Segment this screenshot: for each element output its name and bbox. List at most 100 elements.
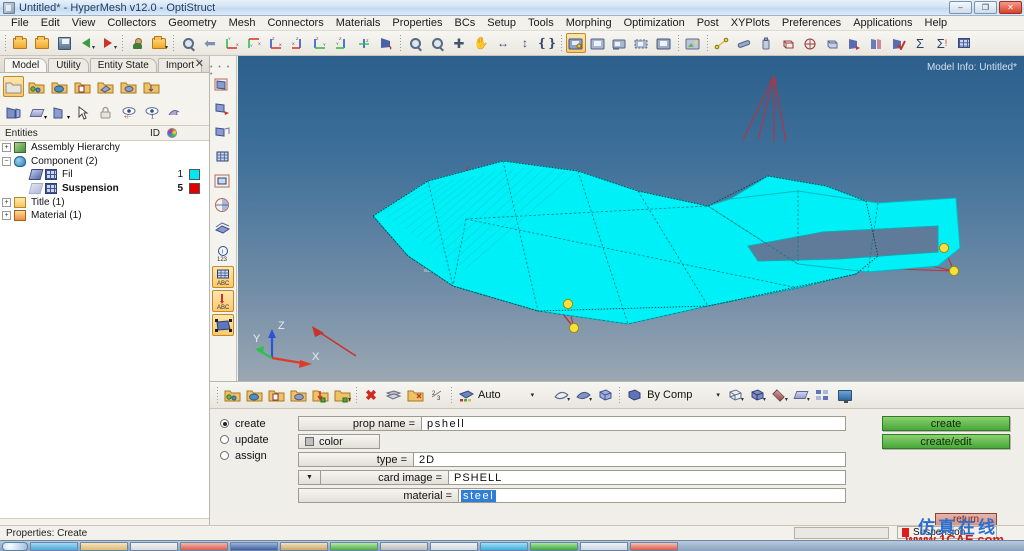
menu-setup[interactable]: Setup — [481, 17, 522, 29]
shrink-elements-icon[interactable] — [212, 170, 234, 192]
material-value-selected[interactable]: steel — [461, 489, 497, 502]
mass-calc-icon[interactable] — [756, 33, 776, 53]
type-value[interactable]: 2D — [413, 452, 846, 467]
tree-row-component-group[interactable]: − Component (2) — [0, 155, 209, 169]
taskbar-item[interactable] — [30, 541, 78, 551]
capture-image-icon[interactable] — [588, 33, 608, 53]
transparent-icon[interactable]: ▾ — [791, 385, 811, 405]
measure-length-icon[interactable] — [734, 33, 754, 53]
export-solver-deck-icon[interactable]: ▾ — [98, 33, 118, 53]
display-dropdown-caret-icon[interactable]: ▾ — [716, 391, 720, 399]
display-elements-icon[interactable]: ▾ — [26, 102, 47, 123]
capture-video-icon[interactable] — [610, 33, 630, 53]
color-swatch-icon[interactable] — [305, 437, 314, 446]
load-user-page-icon[interactable]: ▾ — [149, 33, 169, 53]
zy-view-icon[interactable]: ZY — [310, 33, 330, 53]
menu-properties[interactable]: Properties — [386, 17, 448, 29]
save-view-icon[interactable] — [566, 33, 586, 53]
radio-dot[interactable] — [220, 451, 229, 460]
distance-icon[interactable] — [712, 33, 732, 53]
auto-mode-label[interactable]: Auto — [478, 389, 501, 401]
auto-dropdown-caret-icon[interactable]: ▾ — [531, 391, 535, 399]
materials-icon[interactable] — [310, 385, 330, 405]
delete-icon[interactable]: ✖ — [361, 385, 381, 405]
card-image-label[interactable]: card image = — [320, 470, 448, 485]
renumber-icon[interactable] — [405, 385, 425, 405]
menu-post[interactable]: Post — [691, 17, 725, 29]
previous-view-icon[interactable]: ⬅ — [200, 33, 220, 53]
zoom-window-icon[interactable]: ✚ — [449, 33, 469, 53]
taskbar-item[interactable] — [230, 541, 278, 551]
tab-model[interactable]: Model — [4, 58, 48, 72]
menu-view[interactable]: View — [66, 17, 102, 29]
menu-materials[interactable]: Materials — [330, 17, 387, 29]
shaded-icon[interactable]: ▾ — [769, 385, 789, 405]
user-profiles-icon[interactable] — [127, 33, 147, 53]
taskbar-item[interactable] — [630, 541, 678, 551]
entity-tree[interactable]: + Assembly Hierarchy − Component (2) Fil… — [0, 141, 209, 519]
highlight-region-icon[interactable] — [212, 314, 234, 336]
menu-applications[interactable]: Applications — [847, 17, 918, 29]
color-wheel-icon[interactable] — [160, 128, 184, 138]
taskbar-item[interactable] — [130, 541, 178, 551]
fit-view-icon[interactable] — [178, 33, 198, 53]
load-collector-icon[interactable] — [141, 76, 162, 97]
sum-icon[interactable]: Σ — [910, 33, 930, 53]
menu-morphing[interactable]: Morphing — [560, 17, 618, 29]
card-image-value[interactable]: PSHELL — [448, 470, 846, 485]
zoom-out-icon[interactable] — [405, 33, 425, 53]
element-normals-icon[interactable] — [844, 33, 864, 53]
create-edit-button[interactable]: create/edit — [882, 434, 1010, 449]
element-check-icon[interactable] — [888, 33, 908, 53]
menu-help[interactable]: Help — [919, 17, 954, 29]
solid-icon[interactable] — [595, 385, 615, 405]
matrix-browser-icon[interactable] — [954, 33, 974, 53]
minimize-button[interactable]: – — [949, 1, 972, 14]
expander-icon[interactable]: − — [2, 156, 11, 166]
mesh-half-icon[interactable] — [212, 194, 234, 216]
composite-layers-icon[interactable] — [212, 218, 234, 240]
radio-create[interactable]: create — [220, 416, 269, 431]
taskbar-item[interactable] — [380, 541, 428, 551]
import-model-icon[interactable] — [32, 33, 52, 53]
import-solver-deck-icon[interactable]: ▾ — [76, 33, 96, 53]
assembly-icon[interactable] — [26, 76, 47, 97]
tree-row-title-group[interactable]: + Title (1) — [0, 195, 209, 209]
material-icon[interactable] — [95, 76, 116, 97]
rotate-horizontal-icon[interactable]: ↔ — [493, 33, 513, 53]
reverse-icon[interactable] — [164, 102, 185, 123]
tab-utility[interactable]: Utility — [48, 58, 89, 72]
menu-mesh[interactable]: Mesh — [223, 17, 262, 29]
numbers-id-icon[interactable]: i 123 — [212, 242, 234, 264]
edges-icon[interactable]: ▾ — [551, 385, 571, 405]
taskbar-item[interactable] — [530, 541, 578, 551]
component-icon[interactable] — [49, 76, 70, 97]
faces-icon[interactable]: ▾ — [573, 385, 593, 405]
unmask-adjacent-icon[interactable] — [212, 98, 234, 120]
zoom-in-icon[interactable] — [427, 33, 447, 53]
expander-icon[interactable]: + — [2, 143, 11, 153]
taskbar-item[interactable] — [330, 541, 378, 551]
prop-name-label[interactable]: prop name = — [298, 416, 421, 431]
expander-icon[interactable]: + — [2, 197, 11, 207]
geometry-cube-icon[interactable] — [778, 33, 798, 53]
collector-folder-icon[interactable] — [3, 76, 24, 97]
properties-icon[interactable] — [288, 385, 308, 405]
open-model-icon[interactable] — [10, 33, 30, 53]
taskbar-item[interactable] — [430, 541, 478, 551]
mesh-display-icon[interactable] — [212, 146, 234, 168]
topology-cube-icon[interactable] — [800, 33, 820, 53]
capture-print-icon[interactable] — [654, 33, 674, 53]
hidden-line-icon[interactable]: ▾ — [747, 385, 767, 405]
xy-top-view-icon[interactable]: YX — [244, 33, 264, 53]
color-swatch[interactable] — [189, 169, 200, 181]
menu-collectors[interactable]: Collectors — [101, 17, 162, 29]
start-button[interactable] — [2, 541, 28, 551]
material-label[interactable]: material = — [298, 488, 458, 503]
expander-icon[interactable]: + — [2, 211, 11, 221]
toolbar-grip[interactable]: • • • • — [210, 64, 236, 78]
property-icon[interactable] — [118, 76, 139, 97]
color-button[interactable]: color — [298, 434, 380, 449]
split-window-icon[interactable] — [813, 385, 833, 405]
pan-icon[interactable]: ✋ — [471, 33, 491, 53]
